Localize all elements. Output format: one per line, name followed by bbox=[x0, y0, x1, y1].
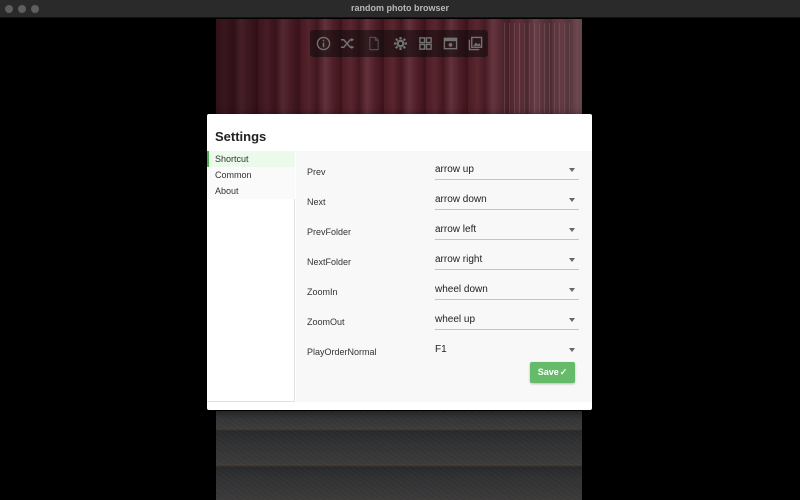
save-button[interactable]: Save✓ bbox=[530, 362, 575, 383]
shortcut-select-zoomout[interactable]: wheel up bbox=[435, 311, 579, 330]
dialog-title: Settings bbox=[215, 129, 267, 144]
shortcut-label-zoomin: ZoomIn bbox=[307, 287, 338, 297]
caret-down-icon bbox=[569, 168, 575, 172]
select-value: arrow right bbox=[435, 254, 483, 265]
caret-down-icon bbox=[569, 258, 575, 262]
shortcut-label-next: Next bbox=[307, 197, 326, 207]
shortcut-label-playordernormal: PlayOrderNormal bbox=[307, 347, 377, 357]
shortcut-select-prevfolder[interactable]: arrow left bbox=[435, 221, 579, 240]
caret-down-icon bbox=[569, 318, 575, 322]
window-title: random photo browser bbox=[350, 3, 449, 13]
app-window: random photo browser Settings Shortcut C… bbox=[0, 0, 800, 500]
shortcut-select-next[interactable]: arrow down bbox=[435, 191, 579, 210]
select-value: wheel down bbox=[435, 284, 488, 295]
shortcut-select-prev[interactable]: arrow up bbox=[435, 161, 579, 180]
shortcut-select-zoomin[interactable]: wheel down bbox=[435, 281, 579, 300]
shortcut-label-nextfolder: NextFolder bbox=[307, 257, 352, 267]
nav-item-shortcut[interactable]: Shortcut bbox=[207, 151, 295, 167]
check-icon: ✓ bbox=[559, 367, 568, 377]
shortcut-select-playordernormal[interactable]: F1 bbox=[435, 341, 579, 360]
shortcut-label-prev: Prev bbox=[307, 167, 326, 177]
caret-down-icon bbox=[569, 348, 575, 352]
nav-item-common[interactable]: Common bbox=[207, 167, 295, 183]
shortcut-label-zoomout: ZoomOut bbox=[307, 317, 345, 327]
select-value: arrow down bbox=[435, 194, 487, 205]
shortcut-label-prevfolder: PrevFolder bbox=[307, 227, 352, 237]
caret-down-icon bbox=[569, 198, 575, 202]
title-bar: random photo browser bbox=[0, 0, 800, 18]
settings-dialog: Settings Shortcut Common About Prev arro… bbox=[207, 114, 592, 410]
nav-item-about[interactable]: About bbox=[207, 183, 295, 199]
shortcut-select-nextfolder[interactable]: arrow right bbox=[435, 251, 579, 270]
caret-down-icon bbox=[569, 288, 575, 292]
select-value: arrow up bbox=[435, 164, 474, 175]
save-label: Save bbox=[537, 367, 559, 377]
select-value: arrow left bbox=[435, 224, 477, 235]
select-value: wheel up bbox=[435, 314, 476, 325]
caret-down-icon bbox=[569, 228, 575, 232]
select-value: F1 bbox=[435, 344, 447, 355]
settings-nav: Shortcut Common About bbox=[207, 151, 295, 402]
